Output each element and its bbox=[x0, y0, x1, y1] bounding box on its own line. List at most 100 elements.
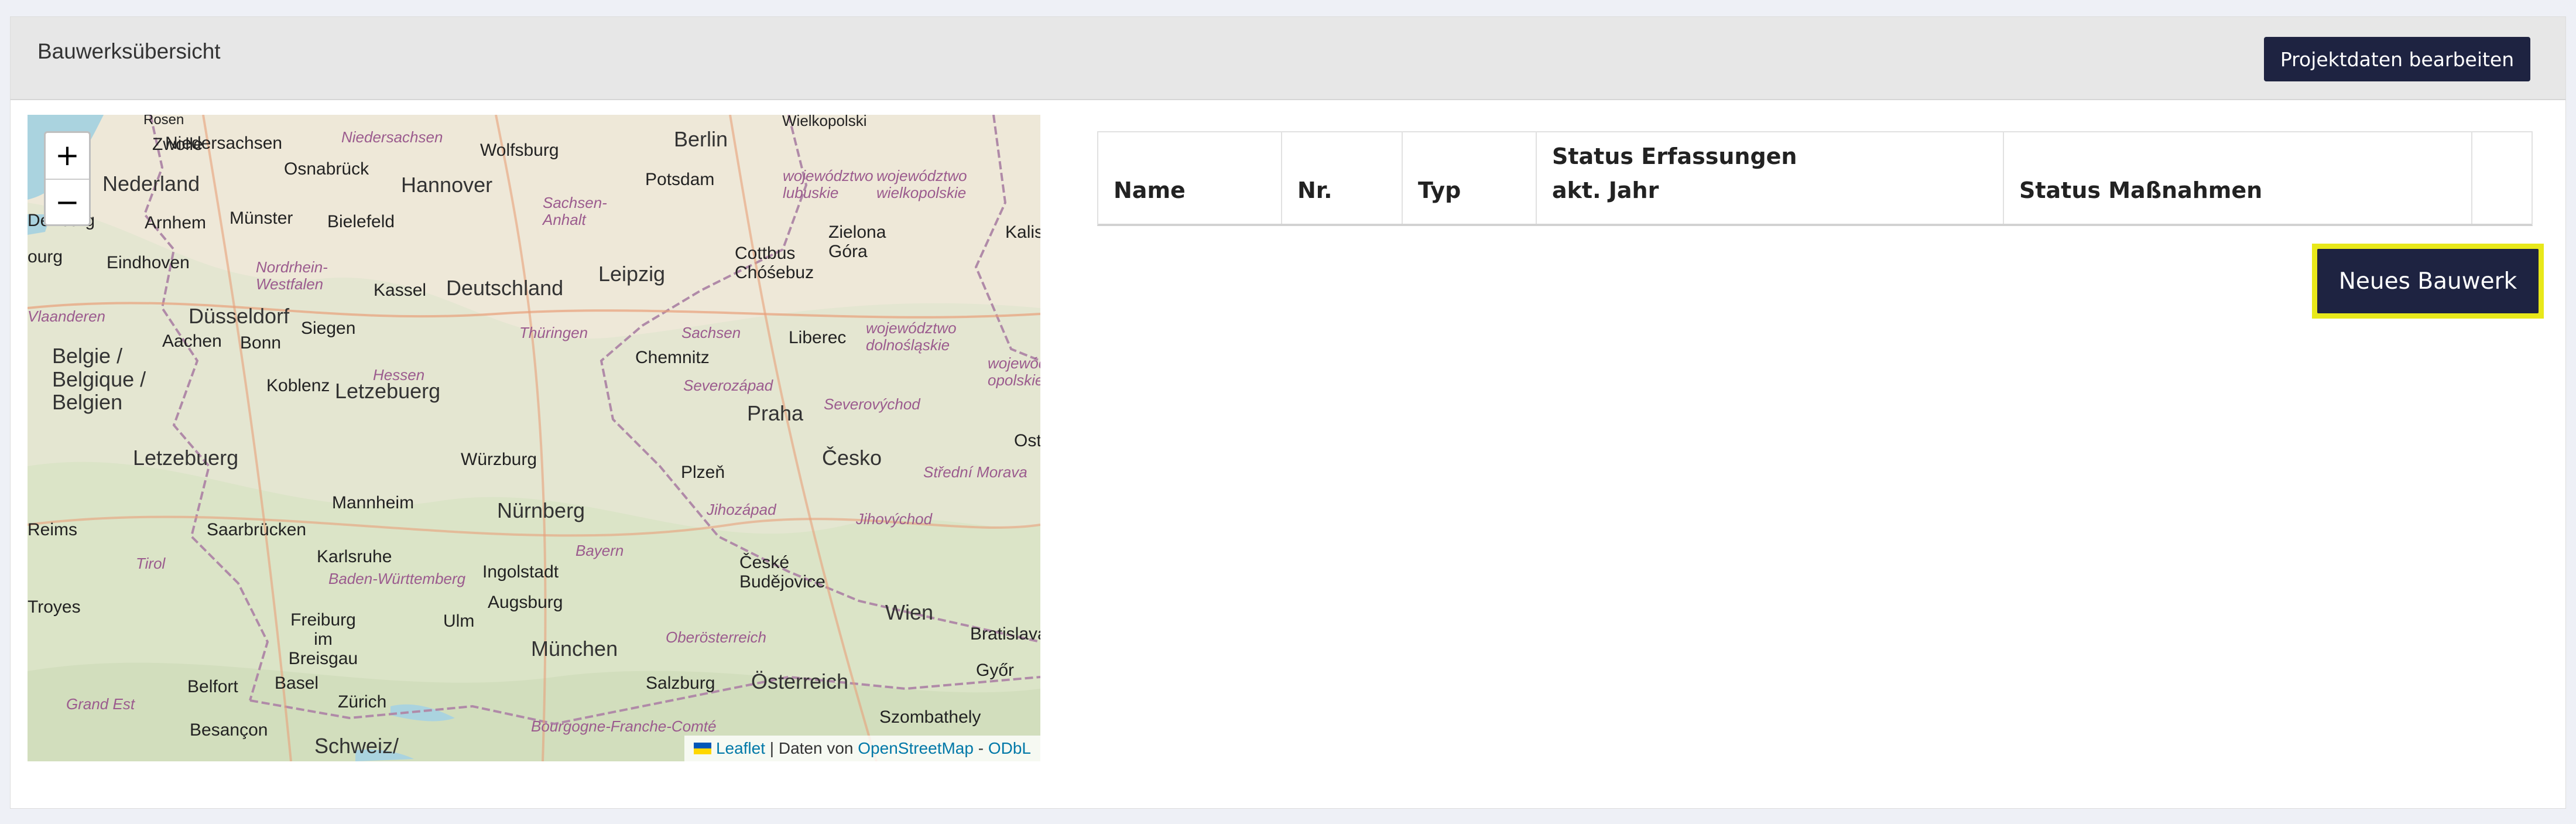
map-label: Salzburg bbox=[646, 673, 715, 693]
map-label: Chemnitz bbox=[635, 348, 710, 367]
map-label: Nürnberg bbox=[497, 498, 585, 522]
map-label: województwo opolskie bbox=[988, 355, 1040, 389]
zoom-in-button[interactable]: + bbox=[46, 133, 89, 180]
status-erfassungen-line2: akt. Jahr bbox=[1552, 177, 1659, 203]
map-label: Cottbus Chóśebuz bbox=[735, 244, 814, 282]
map-label: Baden-Württemberg bbox=[328, 570, 466, 587]
map-label: Bourgogne-Franche-Comté bbox=[531, 717, 717, 735]
map-label: Grand Est bbox=[66, 695, 135, 713]
bauwerk-table-header: Name Nr. Typ Status Erfassungen akt. Jahr… bbox=[1097, 131, 2533, 226]
map-label: Berlin bbox=[674, 127, 728, 151]
map-label: Praha bbox=[747, 401, 804, 425]
map-label: Střední Morava bbox=[923, 463, 1027, 481]
map-label: Besançon bbox=[190, 720, 268, 740]
new-bauwerk-highlight: Neues Bauwerk bbox=[2312, 244, 2544, 319]
column-header-status-erfassungen[interactable]: Status Erfassungen akt. Jahr bbox=[1537, 132, 2004, 224]
map-label: Severovýchod bbox=[824, 395, 920, 413]
zoom-out-button[interactable]: − bbox=[46, 180, 89, 225]
map-label: Mannheim bbox=[332, 493, 415, 512]
map-label: województwo dolnośląskie bbox=[866, 319, 957, 354]
map-label: Plzeň bbox=[681, 463, 725, 482]
map-label: Wolfsburg bbox=[480, 141, 559, 160]
map-label: województwo wielkopolskie bbox=[876, 167, 967, 201]
map-label: Leipzig bbox=[598, 262, 666, 286]
map-tiles bbox=[28, 115, 1040, 761]
column-header-actions bbox=[2472, 132, 2532, 224]
map-label: Karlsruhe bbox=[317, 547, 392, 566]
map-label: Tirol bbox=[136, 555, 166, 572]
edit-project-button[interactable]: Projektdaten bearbeiten bbox=[2264, 37, 2530, 81]
map-label: München bbox=[531, 637, 618, 661]
map-label: Bratislava bbox=[970, 624, 1040, 644]
map-label: Sachsen bbox=[681, 324, 741, 341]
map-label: Wien bbox=[885, 600, 934, 624]
map-label: Saarbrücken bbox=[207, 520, 307, 539]
status-erfassungen-line1: Status Erfassungen bbox=[1552, 143, 1797, 169]
map-label: Niedersachsen bbox=[341, 128, 443, 146]
map-label: Zielona Góra bbox=[828, 223, 886, 261]
map-label: Bielefeld bbox=[327, 212, 395, 231]
map-label: Nordrhein-Westfalen bbox=[256, 258, 328, 293]
ukraine-flag-icon bbox=[693, 742, 711, 754]
map-label: Schweiz/ bbox=[314, 734, 399, 758]
map-label: Aachen bbox=[162, 331, 222, 351]
map-label: Oberösterreich bbox=[666, 628, 766, 646]
leaflet-link[interactable]: Leaflet bbox=[716, 739, 765, 757]
map-label: Potsdam bbox=[645, 170, 715, 189]
column-header-typ[interactable]: Typ bbox=[1403, 132, 1537, 224]
map-label: Siegen bbox=[301, 319, 356, 338]
attribution-dash: - bbox=[973, 739, 988, 757]
map-label: Ulm bbox=[443, 611, 475, 631]
map-label: Szombathely bbox=[879, 707, 981, 727]
map-label: Letzebuerg bbox=[335, 379, 441, 403]
map-label: Zürich bbox=[338, 692, 387, 712]
map-label: Győr bbox=[976, 661, 1015, 680]
map-label: Münster bbox=[229, 208, 293, 228]
map-label: Augsburg bbox=[488, 593, 563, 612]
new-bauwerk-button[interactable]: Neues Bauwerk bbox=[2317, 249, 2539, 313]
map-label: Sachsen-Anhalt bbox=[543, 194, 607, 228]
map-label: Rosen bbox=[143, 115, 184, 128]
column-header-status-massnahmen[interactable]: Status Maßnahmen bbox=[2004, 132, 2472, 224]
map-label: Liberec bbox=[789, 328, 847, 347]
map-label: województwo lubuskie bbox=[783, 167, 873, 201]
map-label: Ostra bbox=[1014, 431, 1040, 450]
map-label: Koblenz bbox=[266, 376, 330, 395]
column-header-nr[interactable]: Nr. bbox=[1282, 132, 1403, 224]
map-label: Bonn bbox=[240, 333, 282, 353]
card-header: Bauwerksübersicht Projektdaten bearbeite… bbox=[11, 17, 2565, 100]
map-label: Österreich bbox=[751, 669, 849, 693]
map-label: Severozápad bbox=[683, 377, 773, 394]
map-label: Eindhoven bbox=[107, 253, 190, 272]
openstreetmap-link[interactable]: OpenStreetMap bbox=[858, 739, 974, 757]
map-label: Kassel bbox=[374, 281, 427, 300]
map-attribution: Leaflet | Daten von OpenStreetMap - ODbL bbox=[684, 736, 1040, 761]
zoom-control: + − bbox=[44, 131, 91, 226]
map-label: České Budějovice bbox=[739, 553, 825, 591]
map-label: Arnhem bbox=[145, 213, 207, 233]
attribution-separator: | Daten von bbox=[765, 739, 858, 757]
odbl-link[interactable]: ODbL bbox=[988, 739, 1031, 757]
map-label: Jihozápad bbox=[707, 501, 776, 518]
map-label: Zwolle bbox=[152, 135, 203, 154]
map-label: Vlaanderen bbox=[28, 307, 105, 325]
map-label: Kalis bbox=[1005, 223, 1040, 242]
map-label: Wielkopolski bbox=[782, 115, 867, 129]
map-label: Düsseldorf bbox=[189, 304, 290, 328]
map-label: Hannover bbox=[401, 173, 493, 197]
column-header-name[interactable]: Name bbox=[1098, 132, 1282, 224]
map-label: Würzburg bbox=[461, 450, 537, 469]
map-label: Basel bbox=[275, 673, 319, 693]
map-label: Nederland bbox=[102, 172, 200, 196]
page-title: Bauwerksübersicht bbox=[37, 39, 221, 63]
map-label: Thüringen bbox=[519, 324, 588, 341]
map-label: Belfort bbox=[187, 677, 238, 696]
map-label: ourg bbox=[28, 247, 63, 266]
map-label: Belgie / Belgique / Belgien bbox=[52, 344, 146, 415]
map-view[interactable]: Rosen Niedersachsen Wielkopolski Berlin … bbox=[28, 115, 1040, 761]
map-label: Jihovýchod bbox=[856, 510, 933, 528]
map-label: Reims bbox=[28, 520, 78, 539]
map-label: Deutschland bbox=[446, 276, 564, 300]
map-label: Letzebuerg bbox=[133, 446, 239, 470]
map-label: Bayern bbox=[576, 542, 624, 559]
